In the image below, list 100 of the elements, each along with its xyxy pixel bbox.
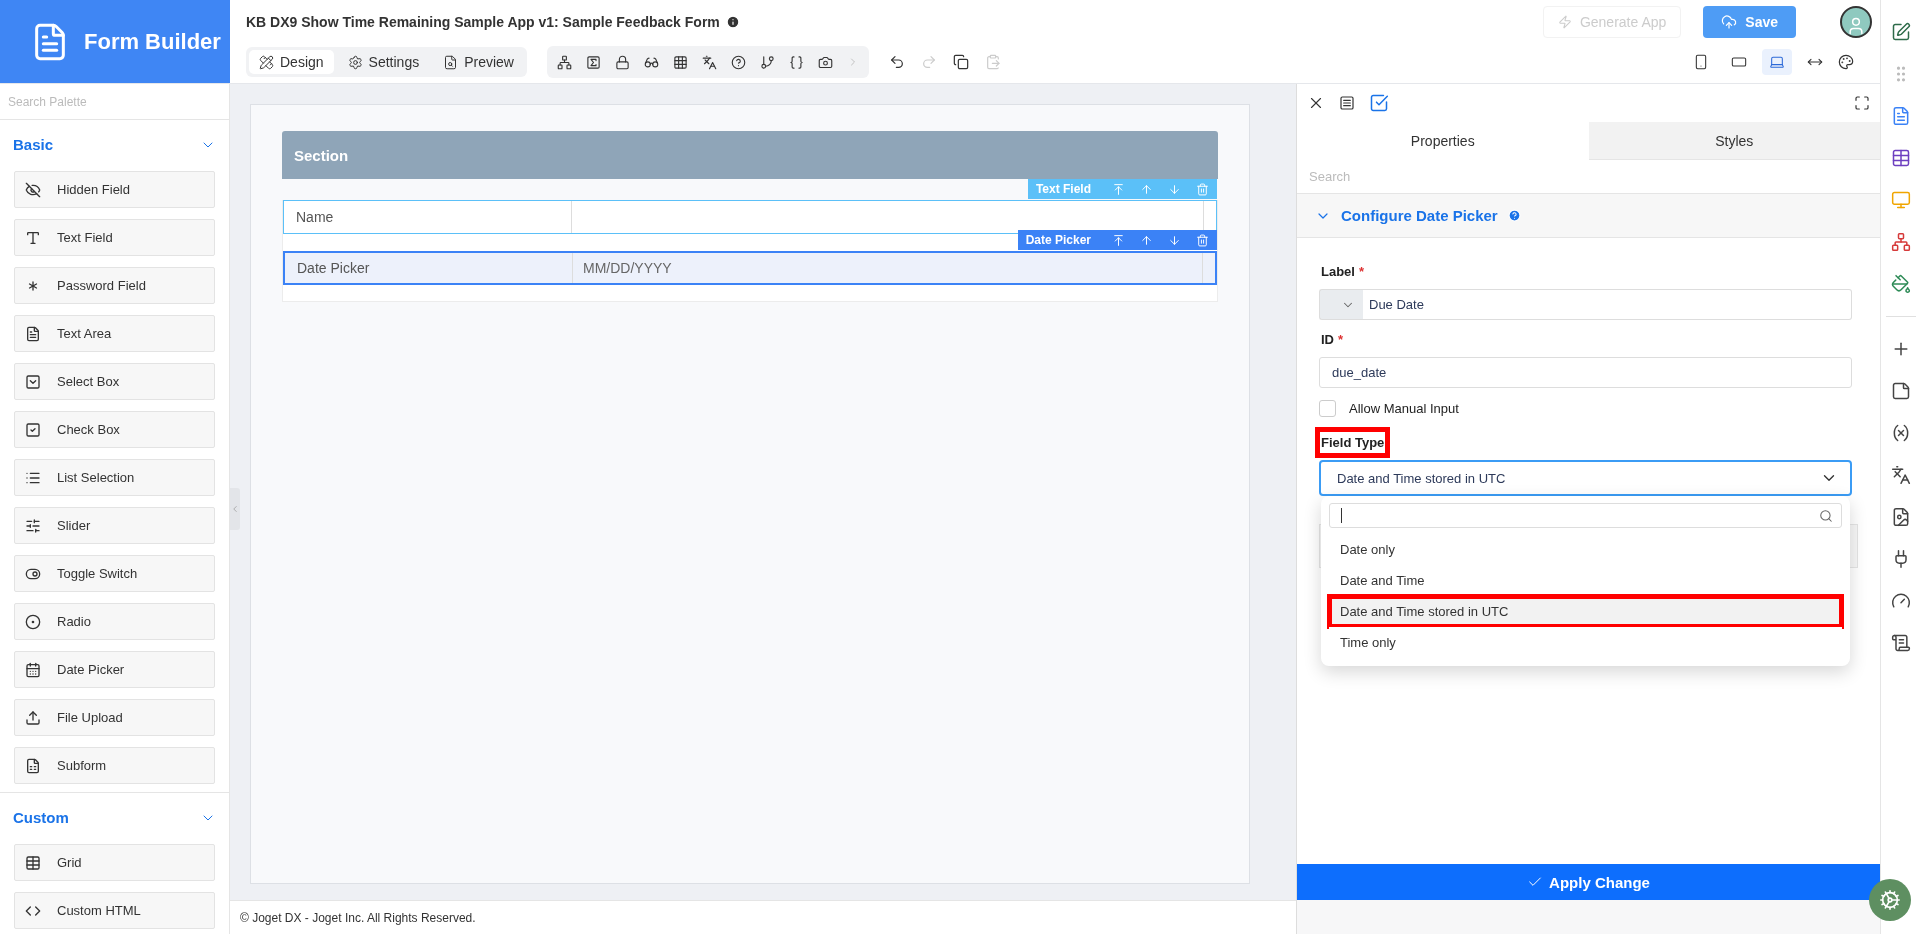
mode-tab[interactable]: Settings [337, 50, 430, 74]
palette-icon[interactable] [1838, 54, 1854, 70]
braces-icon[interactable] [789, 54, 804, 70]
move-up-icon[interactable] [1140, 233, 1153, 247]
mode-tab[interactable]: Design [249, 50, 334, 74]
dropdown-search-field[interactable] [1329, 503, 1842, 528]
palette-item[interactable]: Date Picker [14, 651, 215, 688]
field-label: Name [295, 208, 335, 227]
property-label: ID * [1320, 331, 1345, 349]
section-header: Section [282, 131, 1218, 179]
branch-icon[interactable] [760, 54, 775, 70]
palette-item[interactable]: File Upload [14, 699, 215, 736]
palette-item[interactable]: Slider [14, 507, 215, 544]
page-title: KB DX9 Show Time Remaining Sample App v1: Sample Feedback Form [246, 14, 720, 30]
checkbox-icon[interactable] [1369, 93, 1389, 113]
checkbox-icon [25, 421, 41, 438]
text-icon [25, 229, 41, 246]
radio-icon [25, 613, 41, 630]
panel-tab[interactable]: Styles [1588, 122, 1880, 160]
edit-icon[interactable] [1890, 22, 1911, 42]
document-search-icon [443, 54, 459, 70]
palette-item[interactable]: Text Field [14, 219, 215, 256]
note-icon[interactable] [1890, 381, 1911, 401]
table-icon[interactable] [1890, 148, 1911, 168]
calendar-icon [25, 661, 41, 678]
paint-bucket-icon[interactable] [1890, 274, 1911, 294]
property-label: Label * [1320, 263, 1366, 281]
network-icon[interactable] [1890, 232, 1911, 252]
info-icon [725, 15, 740, 29]
palette-item[interactable]: Text Area [14, 315, 215, 352]
palette-item[interactable]: Subform [14, 747, 215, 784]
search-icon [1819, 508, 1833, 523]
palette-item[interactable]: Password Field [14, 267, 215, 304]
delete-icon[interactable] [1196, 233, 1209, 247]
palette-item[interactable]: Check Box [14, 411, 215, 448]
copy-icon[interactable] [953, 54, 969, 70]
avatar[interactable] [1840, 6, 1872, 38]
phone-icon [1693, 54, 1709, 70]
scroll-icon[interactable] [1890, 633, 1911, 653]
palette-item[interactable]: Select Box [14, 363, 215, 400]
cloud-upload-icon [1721, 14, 1738, 30]
laptop-icon [1769, 54, 1785, 70]
table-icon [25, 854, 41, 871]
translate-icon[interactable] [1890, 465, 1911, 485]
footer-text: © Joget DX - Joget Inc. All Rights Reserved. [230, 900, 1296, 934]
palette-item[interactable]: List Selection [14, 459, 215, 496]
palette-item[interactable]: Toggle Switch [14, 555, 215, 592]
palette-item[interactable]: Custom HTML [14, 892, 215, 929]
id-input[interactable]: due_date [1319, 357, 1852, 388]
eye-off-icon [25, 181, 41, 198]
text-area-icon [25, 325, 41, 342]
grid-icon[interactable] [673, 54, 688, 70]
brand-title: Form Builder [84, 28, 221, 55]
cog-icon [1879, 889, 1901, 911]
collapse-handle[interactable] [230, 488, 240, 530]
help-icon[interactable] [731, 54, 746, 70]
palette-group-header[interactable]: Custom [0, 793, 229, 840]
mode-tab[interactable]: Preview [433, 50, 524, 74]
move-top-icon[interactable] [1112, 233, 1125, 247]
tablet-icon [1731, 54, 1747, 70]
palette-item[interactable]: Grid [14, 844, 215, 881]
form-field-row[interactable]: Date Picker MM/DD/YYYY [283, 251, 1217, 285]
sigma-icon[interactable] [586, 54, 601, 70]
select-icon [25, 373, 41, 390]
element-type-label: Text Field [1035, 182, 1091, 196]
hierarchy-icon[interactable] [557, 54, 572, 70]
laptop-view-button[interactable] [1762, 49, 1792, 75]
settings-icon [347, 54, 363, 70]
text-cursor [1341, 508, 1342, 523]
help-icon [1507, 209, 1521, 222]
chevron-left-icon [230, 504, 240, 514]
move-down-icon[interactable] [1168, 233, 1181, 247]
element-type-label: Date Picker [1025, 233, 1091, 247]
camera-icon[interactable] [818, 54, 833, 70]
form-field-row[interactable]: Name [283, 200, 1217, 234]
field-label: Date Picker [296, 259, 371, 278]
file-icon [25, 757, 41, 774]
lock-icon[interactable] [615, 54, 630, 70]
config-section-header[interactable]: Configure Date Picker [1297, 194, 1880, 238]
settings-button[interactable] [1869, 879, 1911, 921]
form-icon[interactable] [1339, 95, 1355, 111]
undo-icon[interactable] [889, 54, 905, 70]
maximize-icon[interactable] [1854, 95, 1870, 111]
user-icon [1846, 16, 1866, 36]
sliders-icon [25, 517, 41, 534]
apply-change-button[interactable]: Apply Change [1297, 864, 1880, 900]
field-input[interactable] [571, 201, 1204, 233]
palette-item[interactable]: Hidden Field [14, 171, 215, 208]
palette-item[interactable]: Radio [14, 603, 215, 640]
lightning-icon [1557, 15, 1572, 29]
palette-group-header[interactable]: Basic [0, 120, 229, 167]
field-type-select[interactable]: Date and Time stored in UTC [1319, 460, 1852, 496]
checkbox[interactable] [1319, 400, 1336, 417]
ruler-pencil-icon [259, 54, 274, 70]
upload-icon [25, 709, 41, 726]
checkbox-label: Allow Manual Input [1349, 401, 1459, 416]
translate-icon[interactable] [702, 54, 717, 70]
gauge-icon[interactable] [1890, 591, 1911, 611]
dropdown-option[interactable]: Date and Time stored in UTC [1329, 596, 1842, 627]
field-input[interactable]: MM/DD/YYYY [572, 253, 1203, 283]
